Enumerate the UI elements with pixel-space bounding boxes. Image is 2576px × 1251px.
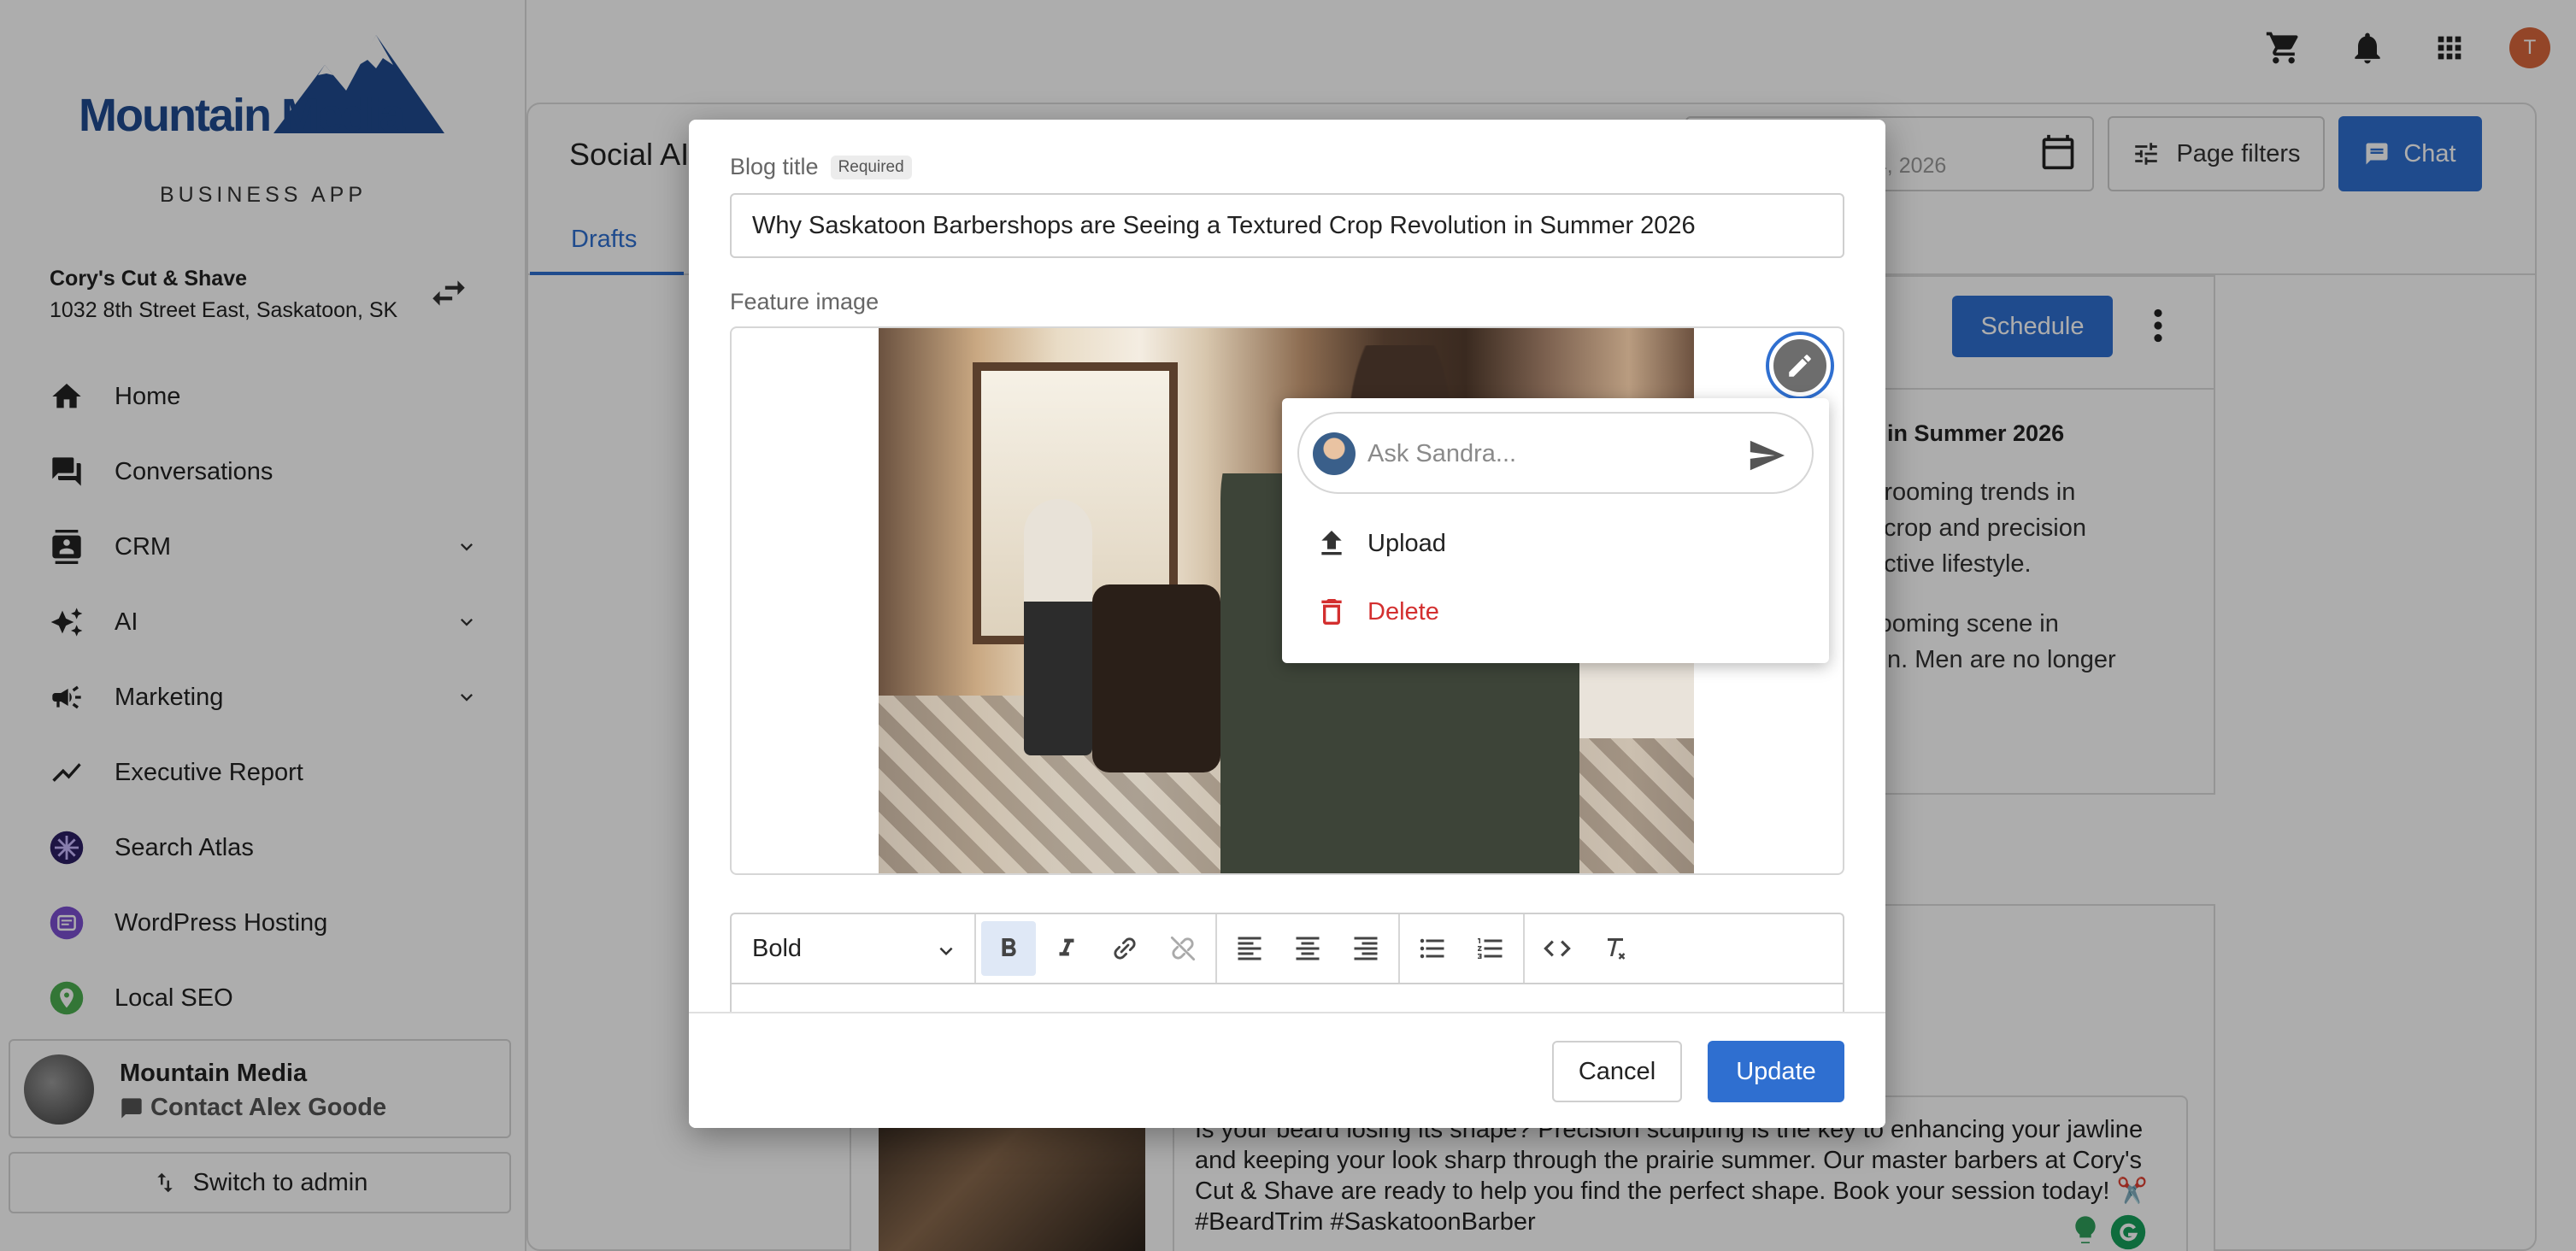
bulleted-list-icon[interactable] <box>1405 921 1460 976</box>
unlink-icon[interactable] <box>1156 921 1210 976</box>
ask-sandra-box <box>1297 412 1814 494</box>
italic-icon[interactable] <box>1039 921 1094 976</box>
feature-image-label: Feature image <box>730 289 879 314</box>
upload-menu-item[interactable]: Upload <box>1314 526 1446 561</box>
numbered-list-icon[interactable] <box>1463 921 1518 976</box>
link-icon[interactable] <box>1097 921 1152 976</box>
format-select[interactable]: Bold <box>732 914 976 983</box>
blog-title-label-text: Blog title <box>730 154 819 179</box>
align-right-icon[interactable] <box>1338 921 1393 976</box>
image-chair <box>1092 584 1220 772</box>
edit-image-button[interactable] <box>1769 335 1831 396</box>
edit-blog-modal: Blog title Required Feature image Upload … <box>689 120 1885 1128</box>
image-options-menu: Upload Delete <box>1282 398 1829 663</box>
format-select-value: Bold <box>752 934 803 962</box>
trash-icon <box>1321 599 1342 625</box>
cancel-button[interactable]: Cancel <box>1552 1041 1682 1102</box>
alignment-group <box>1217 914 1400 983</box>
delete-menu-item[interactable]: Delete <box>1314 595 1439 629</box>
send-icon[interactable] <box>1747 436 1786 475</box>
update-button[interactable]: Update <box>1708 1041 1844 1102</box>
image-barber <box>1024 499 1092 755</box>
blog-title-label: Blog title Required <box>730 154 912 180</box>
delete-label: Delete <box>1367 597 1439 626</box>
editor-toolbar: Bold <box>730 913 1844 984</box>
misc-group <box>1525 914 1648 983</box>
clear-format-icon[interactable] <box>1588 921 1643 976</box>
chevron-down-icon <box>939 947 953 955</box>
align-center-icon[interactable] <box>1280 921 1335 976</box>
pencil-icon <box>1789 355 1811 377</box>
bold-icon[interactable] <box>981 921 1036 976</box>
list-group <box>1400 914 1525 983</box>
blog-title-input[interactable] <box>730 193 1844 258</box>
sandra-avatar <box>1313 432 1356 475</box>
code-icon[interactable] <box>1530 921 1585 976</box>
modal-footer: Cancel Update <box>689 1012 1885 1128</box>
upload-icon <box>1321 531 1342 555</box>
align-left-icon[interactable] <box>1222 921 1277 976</box>
required-badge: Required <box>830 156 912 179</box>
upload-label: Upload <box>1367 529 1446 557</box>
ask-sandra-input[interactable] <box>1367 432 1726 475</box>
text-style-group <box>976 914 1217 983</box>
